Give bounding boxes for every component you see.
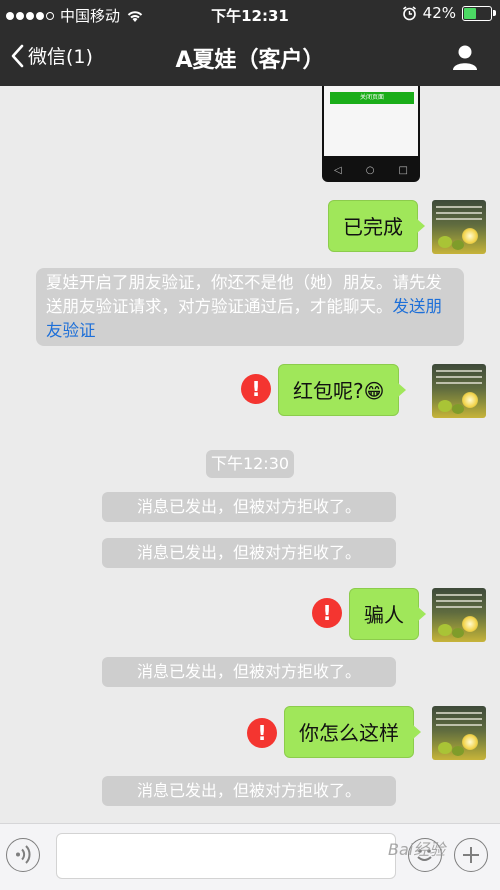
battery-icon: [462, 5, 496, 21]
avatar[interactable]: [432, 364, 486, 418]
message-bubble-out[interactable]: 你怎么这样: [284, 706, 421, 758]
screenshot-image-message[interactable]: 关闭页面 ◁ ○ □: [322, 86, 420, 182]
message-input[interactable]: [56, 833, 396, 879]
rejected-system-message: 消息已发出，但被对方拒收了。: [102, 776, 396, 806]
input-toolbar: Bai经验: [0, 823, 500, 890]
rejected-system-message: 消息已发出，但被对方拒收了。: [102, 492, 396, 522]
message-bubble-out[interactable]: 红包呢?😁: [278, 364, 407, 416]
person-icon[interactable]: [450, 42, 480, 72]
message-bubble-out[interactable]: 骗人: [349, 588, 426, 640]
timestamp-label: 下午12:30: [206, 450, 294, 478]
alarm-icon: [402, 5, 416, 20]
voice-input-button[interactable]: [6, 838, 40, 872]
chat-title: A夏娃（客户）: [175, 48, 325, 73]
watermark: Bai经验: [388, 840, 446, 859]
rejected-system-message: 消息已发出，但被对方拒收了。: [102, 657, 396, 687]
avatar[interactable]: [432, 200, 486, 254]
send-failed-icon[interactable]: !: [241, 374, 271, 404]
send-failed-icon[interactable]: !: [247, 718, 277, 748]
notice-text: 夏娃开启了朋友验证，你还不是他（她）朋友。请先发送朋友验证请求，对方验证通过后，…: [46, 273, 442, 316]
chat-header: 微信(1) A夏娃（客户）: [0, 28, 500, 86]
friend-verification-notice: 夏娃开启了朋友验证，你还不是他（她）朋友。请先发送朋友验证请求，对方验证通过后，…: [36, 268, 464, 346]
chat-area[interactable]: 关闭页面 ◁ ○ □ 已完成 夏娃开启了朋友验证，你还不是他（她）朋友。请先发送朋友…: [0, 86, 500, 823]
close-page-button-preview: 关闭页面: [330, 92, 414, 104]
battery-percent: 42%: [422, 4, 456, 22]
rejected-system-message: 消息已发出，但被对方拒收了。: [102, 538, 396, 568]
send-failed-icon[interactable]: !: [312, 598, 342, 628]
message-bubble-out[interactable]: 已完成: [328, 200, 425, 252]
more-functions-button[interactable]: [454, 838, 488, 872]
avatar[interactable]: [432, 588, 486, 642]
battery-fill: [464, 7, 476, 19]
voice-icon: [16, 845, 31, 864]
status-bar: 中国移动 下午12:31 42%: [0, 0, 500, 28]
avatar[interactable]: [432, 706, 486, 760]
